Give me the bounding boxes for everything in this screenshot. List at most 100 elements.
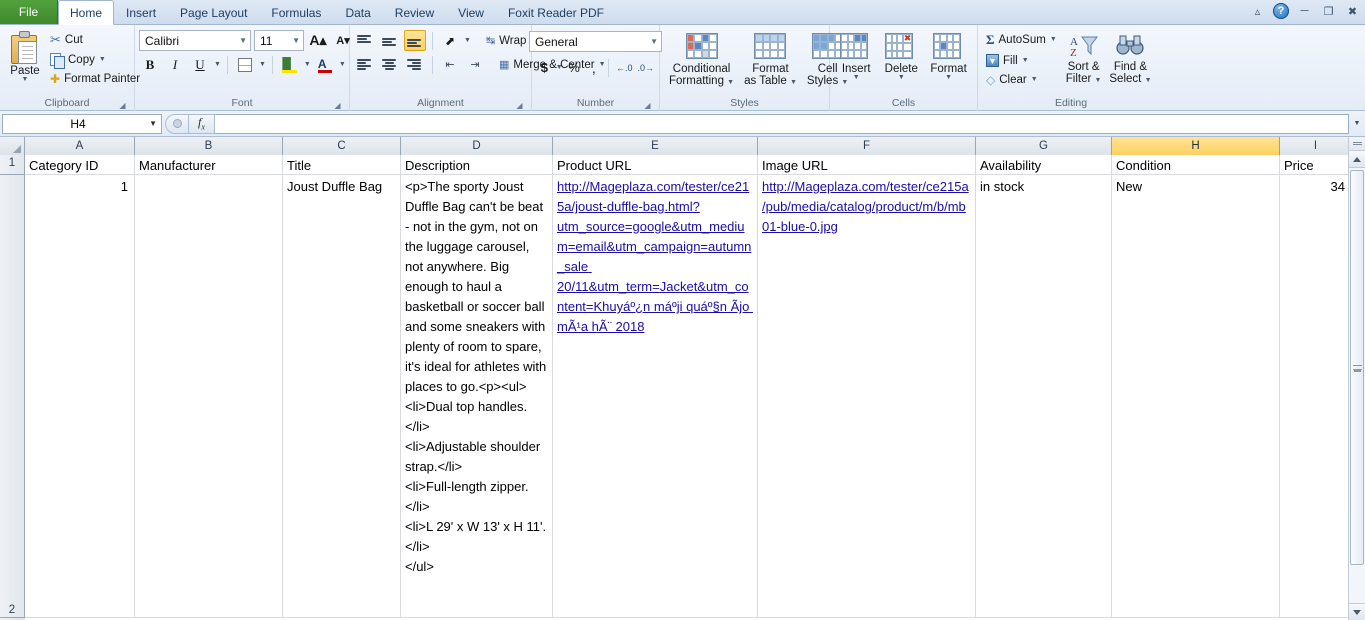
tab-view[interactable]: View — [446, 0, 496, 24]
autosum-button[interactable]: Σ AutoSum ▼ — [982, 30, 1061, 50]
fill-dropdown-arrow[interactable]: ▼ — [1022, 57, 1029, 64]
decrease-indent-button[interactable]: ⇤ — [439, 54, 461, 75]
select-all-corner[interactable] — [0, 137, 25, 155]
currency-format-button[interactable]: $ — [536, 57, 553, 78]
name-box[interactable]: H4 ▼ — [2, 113, 162, 134]
increase-decimal-button[interactable]: ←.0 — [615, 57, 634, 78]
font-dialog-launcher-icon[interactable]: ◢ — [333, 101, 342, 110]
tab-foxit-reader-pdf[interactable]: Foxit Reader PDF — [496, 0, 616, 24]
currency-dropdown-arrow[interactable]: ▼ — [556, 64, 563, 71]
cell-a1[interactable]: Category ID — [25, 155, 135, 174]
row-header-2[interactable]: 2 — [0, 175, 25, 618]
underline-dropdown-arrow[interactable]: ▼ — [214, 61, 221, 68]
underline-button[interactable]: U — [189, 54, 211, 75]
insert-function-button[interactable]: fx — [189, 113, 215, 134]
borders-dropdown-arrow[interactable]: ▼ — [259, 61, 266, 68]
column-header-g[interactable]: G — [976, 137, 1112, 155]
column-header-b[interactable]: B — [135, 137, 283, 155]
align-bottom-button[interactable] — [404, 30, 426, 51]
vertical-scrollbar[interactable] — [1348, 137, 1365, 620]
delete-cells-button[interactable]: ✖ Delete ▼ — [880, 30, 923, 84]
cell-i1[interactable]: Price — [1280, 155, 1352, 174]
orientation-button[interactable]: ⬈ — [439, 30, 461, 51]
formula-input[interactable] — [215, 113, 1349, 134]
minimize-icon[interactable]: ─ — [1296, 3, 1313, 19]
cell-h1[interactable]: Condition — [1112, 155, 1280, 174]
column-header-i[interactable]: I — [1280, 137, 1352, 155]
format-cells-button[interactable]: Format ▼ — [925, 30, 971, 84]
restore-icon[interactable]: ❐ — [1320, 3, 1337, 19]
scrollbar-track[interactable] — [1349, 168, 1365, 603]
cell-e1[interactable]: Product URL — [553, 155, 758, 174]
formula-bar-expand-icon[interactable]: ▼ — [1351, 114, 1363, 134]
font-size-combo[interactable]: 11 ▼ — [254, 30, 304, 51]
scrollbar-thumb[interactable] — [1350, 170, 1364, 565]
tab-home[interactable]: Home — [58, 0, 115, 25]
cut-button[interactable]: ✂ Cut — [46, 30, 144, 50]
cell-d1[interactable]: Description — [401, 155, 553, 174]
tab-review[interactable]: Review — [383, 0, 446, 24]
cell-f2[interactable]: http://Mageplaza.com/tester/ce215a/pub/m… — [758, 175, 976, 617]
cell-f1[interactable]: Image URL — [758, 155, 976, 174]
fill-color-button[interactable]: █ — [279, 54, 301, 75]
sort-filter-dropdown-arrow[interactable]: ▼ — [1095, 77, 1102, 84]
cell-e2[interactable]: http://Mageplaza.com/tester/ce215a/joust… — [553, 175, 758, 617]
tab-page-layout[interactable]: Page Layout — [168, 0, 259, 24]
tab-file[interactable]: File — [0, 0, 58, 24]
align-center-button[interactable] — [379, 54, 401, 75]
format-as-table-dropdown-arrow[interactable]: ▼ — [790, 79, 797, 86]
cell-a2[interactable]: 1 — [25, 175, 135, 617]
fill-button[interactable]: ▼ Fill ▼ — [982, 52, 1061, 69]
scroll-down-button[interactable] — [1349, 603, 1365, 620]
font-size-chevron-down-icon[interactable]: ▼ — [292, 36, 300, 45]
format-painter-button[interactable]: ✚ Format Painter — [46, 70, 144, 88]
alignment-dialog-launcher-icon[interactable]: ◢ — [515, 101, 524, 110]
font-color-button[interactable]: A — [314, 54, 336, 75]
copy-dropdown-arrow[interactable]: ▼ — [99, 56, 106, 63]
format-cells-dropdown-arrow[interactable]: ▼ — [945, 74, 952, 81]
bold-button[interactable]: B — [139, 54, 161, 75]
column-header-f[interactable]: F — [758, 137, 976, 155]
scroll-up-button[interactable] — [1349, 151, 1365, 168]
cell-b1[interactable]: Manufacturer — [135, 155, 283, 174]
cell-c1[interactable]: Title — [283, 155, 401, 174]
cell-d2[interactable]: <p>The sporty Joust Duffle Bag can't be … — [401, 175, 553, 617]
column-header-c[interactable]: C — [283, 137, 401, 155]
tab-insert[interactable]: Insert — [114, 0, 168, 24]
percent-format-button[interactable]: % — [566, 57, 583, 78]
font-color-dropdown-arrow[interactable]: ▼ — [339, 61, 346, 68]
autosum-dropdown-arrow[interactable]: ▼ — [1050, 36, 1057, 43]
conditional-formatting-dropdown-arrow[interactable]: ▼ — [727, 79, 734, 86]
row-header-1[interactable]: 1 — [0, 155, 25, 175]
number-dialog-launcher-icon[interactable]: ◢ — [643, 101, 652, 110]
paste-button[interactable]: Paste ▼ — [4, 28, 46, 86]
cell-i2[interactable]: 34 — [1280, 175, 1352, 617]
increase-indent-button[interactable]: ⇥ — [464, 54, 486, 75]
align-left-button[interactable] — [354, 54, 376, 75]
ribbon-collapse-icon[interactable]: ▵ — [1249, 3, 1266, 19]
name-box-chevron-down-icon[interactable]: ▼ — [149, 119, 157, 128]
number-format-combo[interactable]: General ▼ — [529, 31, 662, 52]
format-as-table-button[interactable]: Format as Table ▼ — [739, 30, 802, 90]
split-handle[interactable] — [1349, 137, 1365, 151]
column-header-a[interactable]: A — [25, 137, 135, 155]
italic-button[interactable]: I — [164, 54, 186, 75]
comma-format-button[interactable]: , — [585, 57, 602, 78]
find-select-dropdown-arrow[interactable]: ▼ — [1145, 77, 1152, 84]
conditional-formatting-button[interactable]: Conditional Formatting ▼ — [664, 30, 739, 90]
align-top-button[interactable] — [354, 30, 376, 51]
tab-data[interactable]: Data — [333, 0, 382, 24]
number-format-chevron-down-icon[interactable]: ▼ — [650, 37, 658, 46]
fill-color-dropdown-arrow[interactable]: ▼ — [304, 61, 311, 68]
decrease-decimal-button[interactable]: .0→ — [636, 57, 655, 78]
cancel-enter-button[interactable] — [165, 113, 189, 134]
paste-dropdown-arrow[interactable]: ▼ — [22, 76, 29, 83]
sort-filter-button[interactable]: A Z Sort & Filter ▼ — [1061, 30, 1107, 88]
clipboard-dialog-launcher-icon[interactable]: ◢ — [118, 101, 127, 110]
column-header-d[interactable]: D — [401, 137, 553, 155]
font-name-combo[interactable]: Calibri ▼ — [139, 30, 251, 51]
cell-h2[interactable]: New — [1112, 175, 1280, 617]
clear-dropdown-arrow[interactable]: ▼ — [1031, 76, 1038, 83]
copy-button[interactable]: Copy ▼ — [46, 51, 144, 69]
font-name-chevron-down-icon[interactable]: ▼ — [239, 36, 247, 45]
